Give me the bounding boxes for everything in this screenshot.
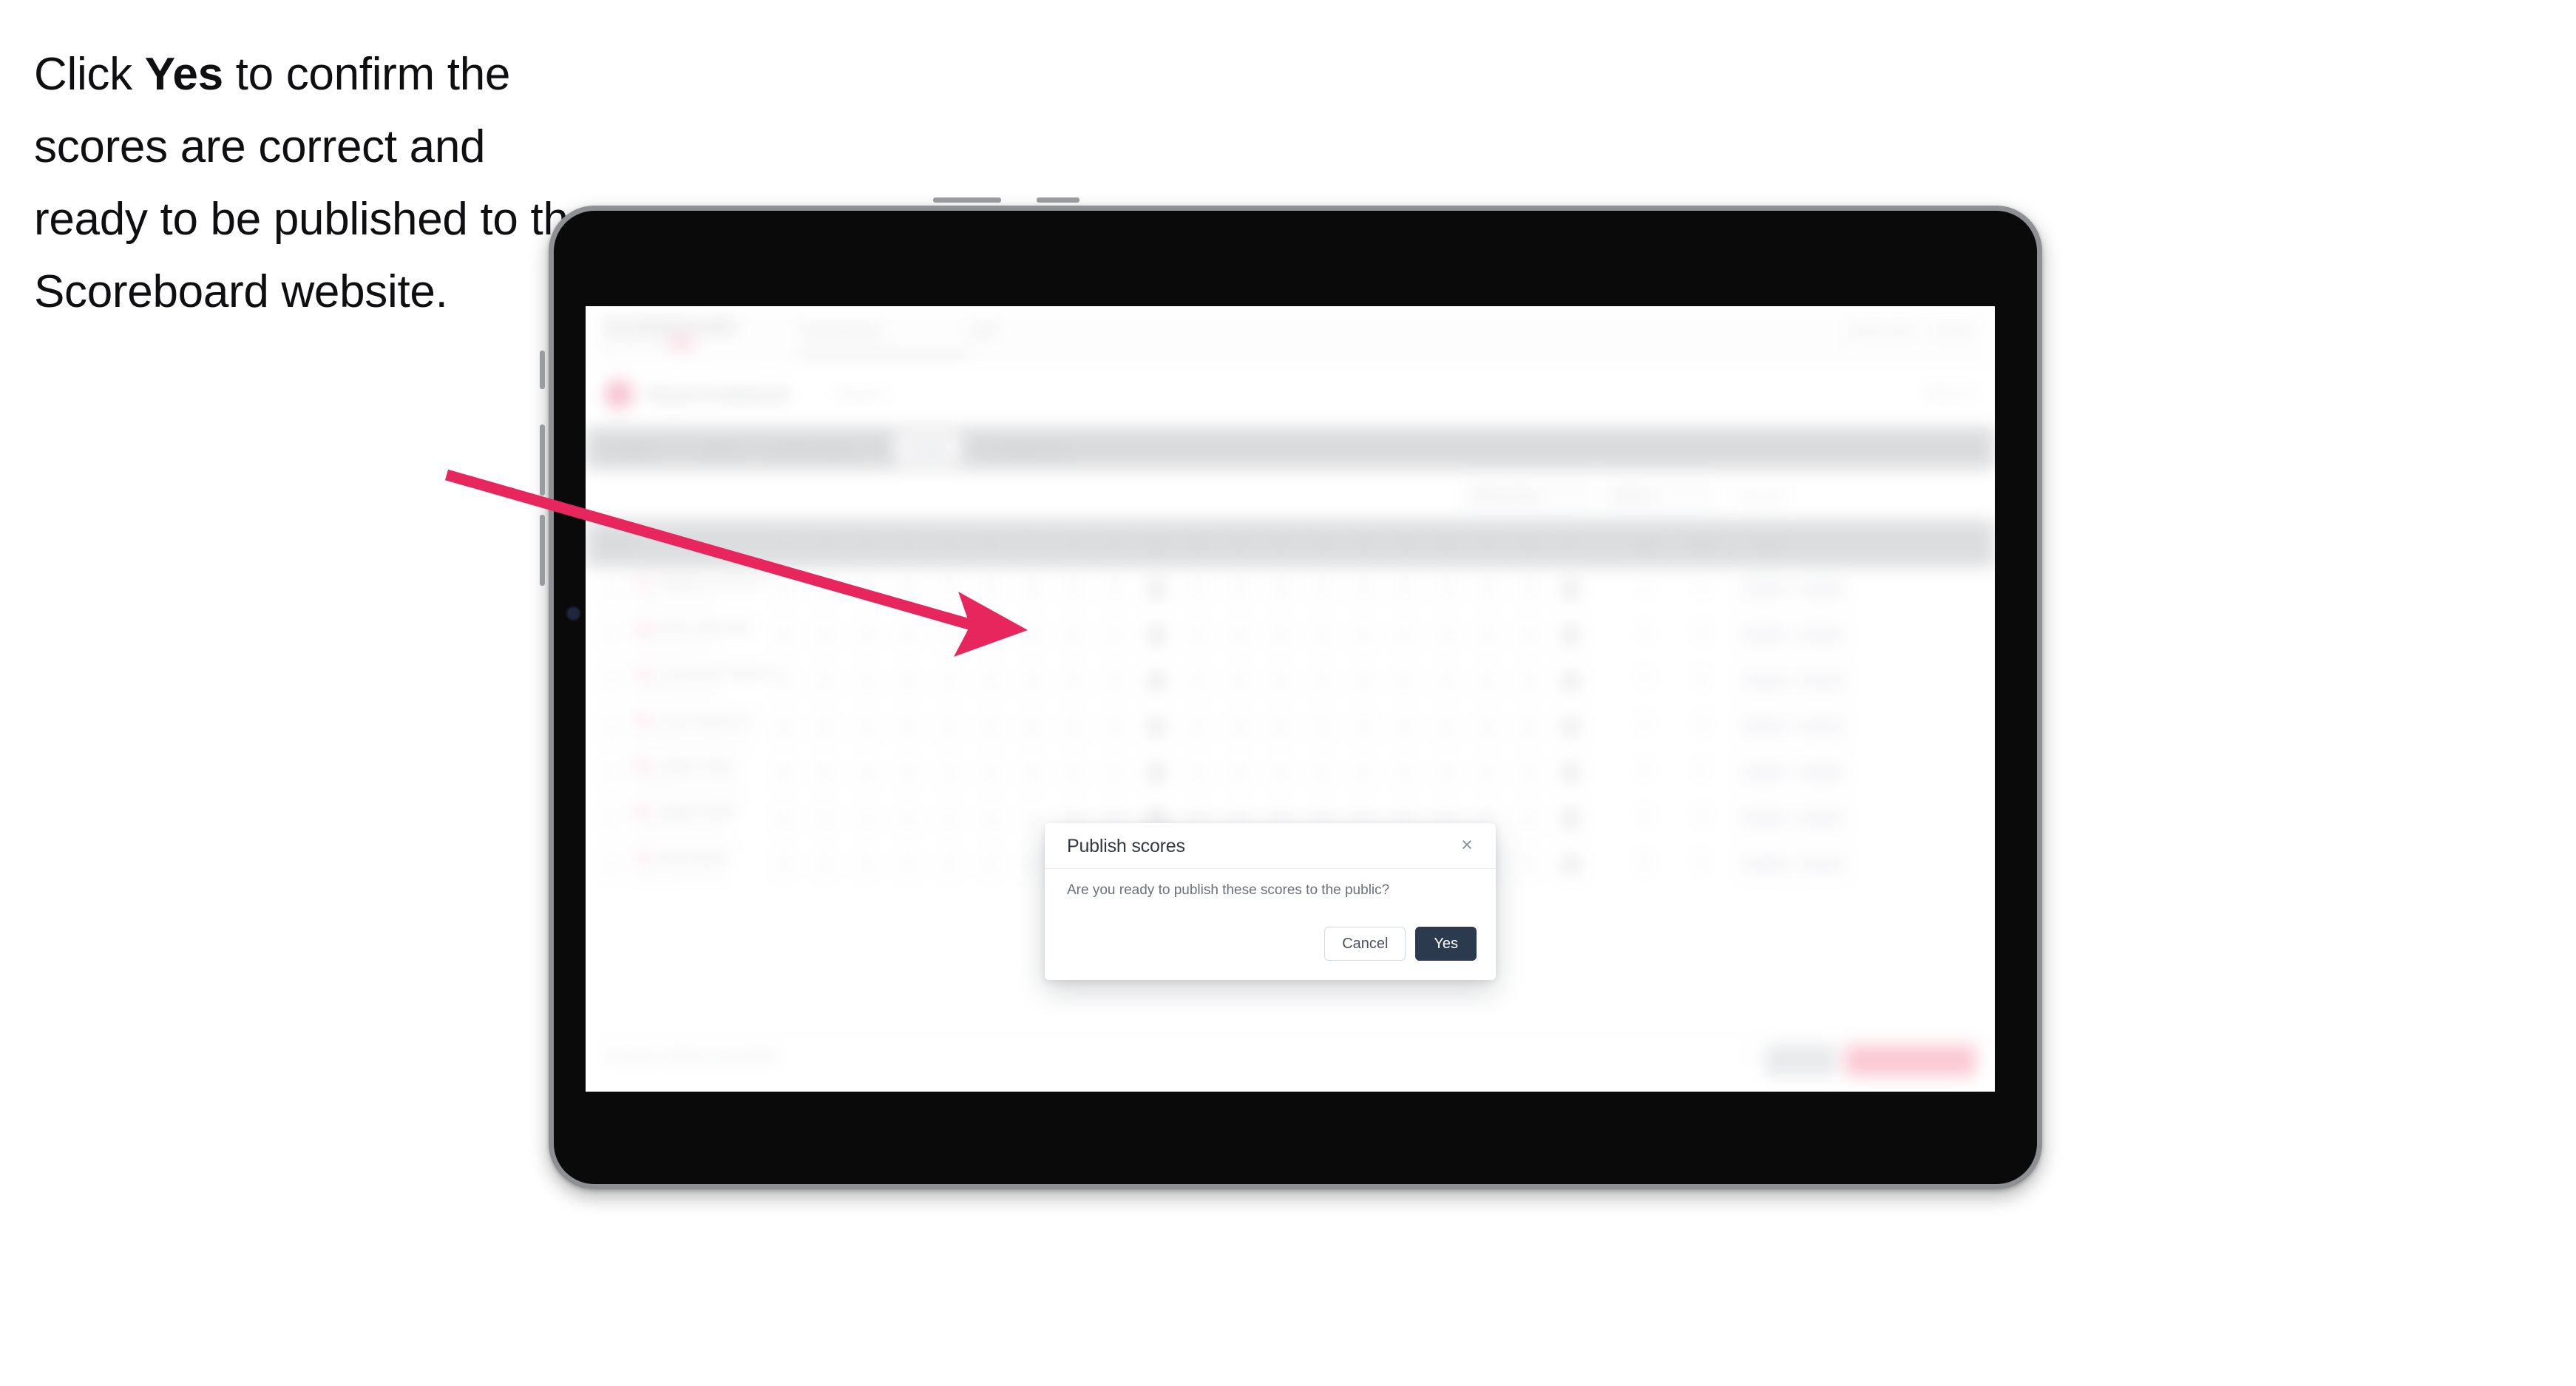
tablet-screen: SCOREBOARD POWERED BY Tournaments Golf H… [586, 306, 1995, 1092]
dialog-message: Are you ready to publish these scores to… [1067, 882, 1390, 898]
close-icon[interactable]: × [1454, 832, 1479, 857]
device-power-button[interactable] [540, 351, 545, 389]
cancel-button[interactable]: Cancel [1324, 927, 1406, 961]
front-camera-icon [568, 608, 579, 619]
dialog-header: Publish scores × [1045, 823, 1496, 869]
device-top-button-1[interactable] [933, 197, 1001, 203]
instruction-text: Click Yes to confirm the scores are corr… [34, 38, 596, 328]
instruction-part-1: Click [34, 49, 145, 100]
device-top-button-2[interactable] [1037, 197, 1079, 203]
screenshot-canvas: Click Yes to confirm the scores are corr… [0, 0, 2576, 1386]
tablet-device: SCOREBOARD POWERED BY Tournaments Golf H… [540, 197, 2042, 1189]
instruction-emphasis: Yes [144, 49, 223, 100]
dialog-title: Publish scores [1067, 836, 1185, 856]
publish-scores-dialog: Publish scores × Are you ready to publis… [1045, 823, 1496, 980]
device-volume-down-button[interactable] [540, 515, 545, 586]
dialog-actions: Cancel Yes [1324, 927, 1477, 961]
device-volume-up-button[interactable] [540, 425, 545, 496]
yes-button[interactable]: Yes [1415, 927, 1477, 961]
